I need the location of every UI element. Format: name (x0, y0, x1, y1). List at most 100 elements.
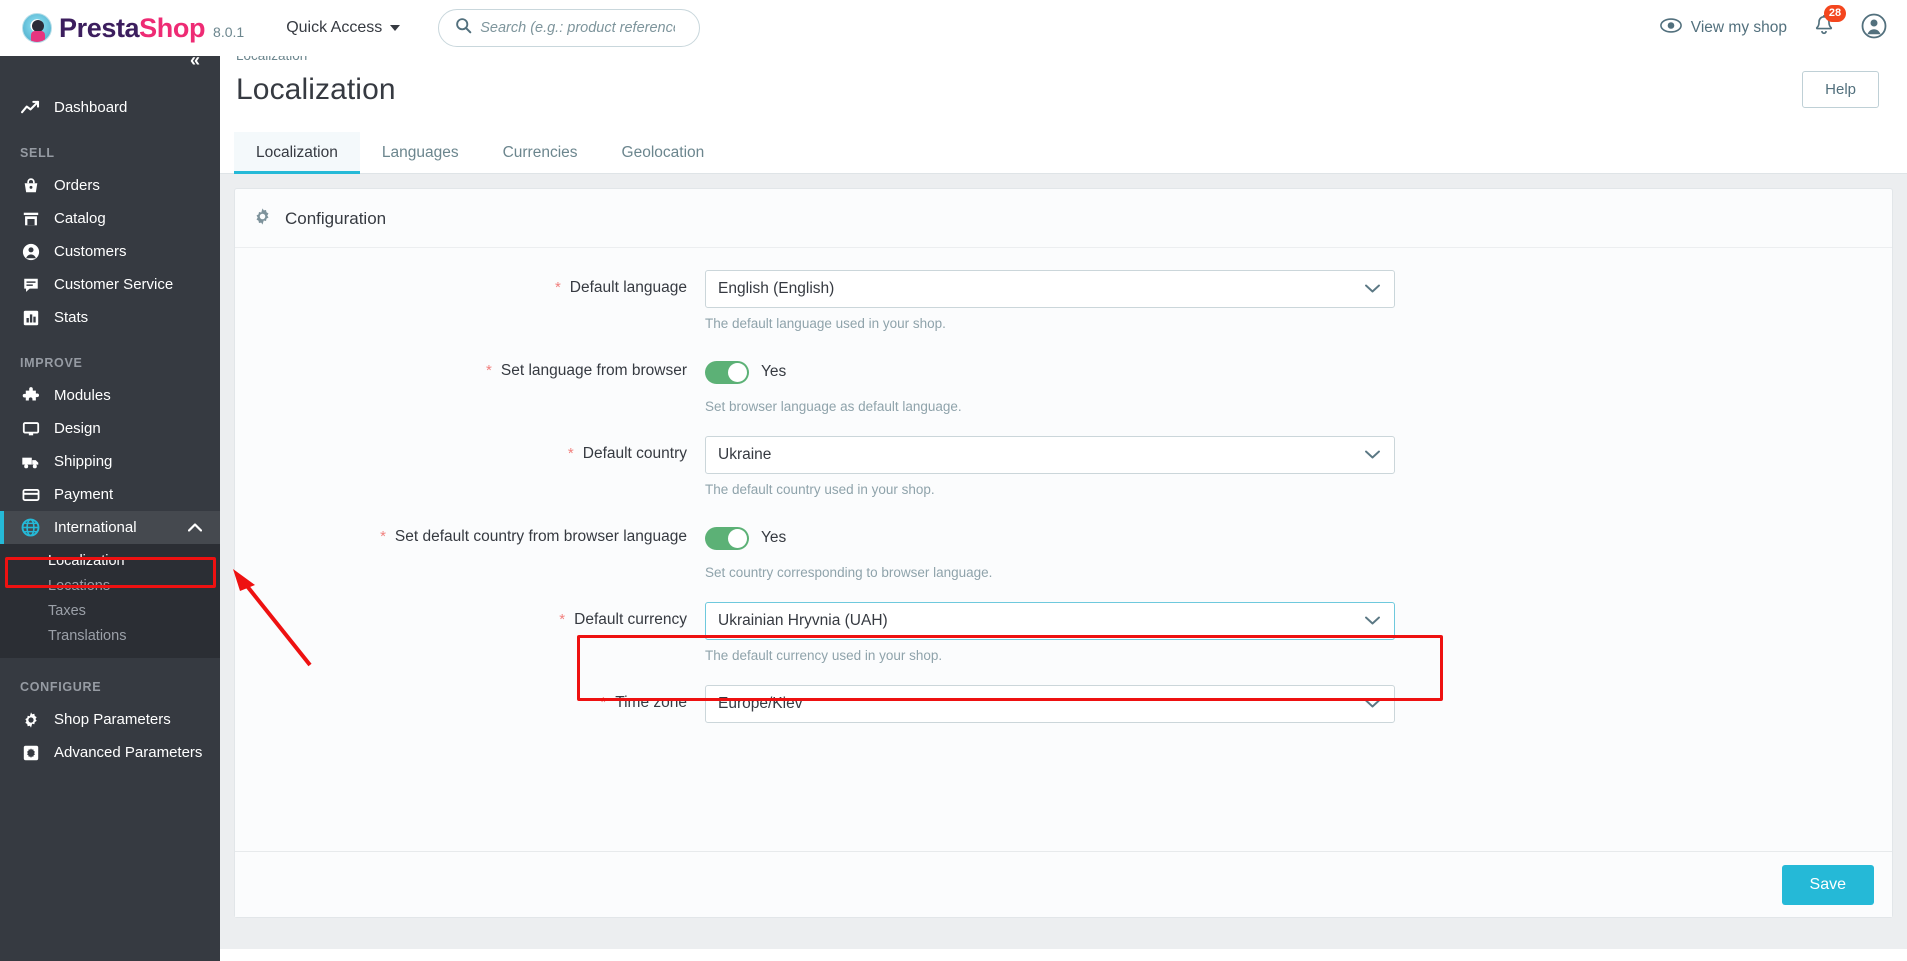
account-button[interactable] (1861, 13, 1887, 44)
sidebar-item-customer-service[interactable]: Customer Service (0, 268, 220, 301)
credit-card-icon (20, 486, 41, 504)
puzzle-icon (20, 386, 41, 405)
field-row-set-language-from-browser: * Set language from browser Yes Set brow… (235, 353, 1892, 414)
default-country-label-wrap: * Default country (235, 436, 705, 463)
chevron-down-icon (1365, 280, 1380, 298)
tab-languages[interactable]: Languages (360, 132, 481, 173)
sidebar-item-dashboard[interactable]: Dashboard (0, 91, 220, 124)
notification-badge: 28 (1824, 4, 1846, 22)
sliders-icon (20, 744, 41, 762)
configuration-form: * Default language English (English) The… (235, 248, 1892, 723)
time-zone-select[interactable]: Europe/Kiev (705, 685, 1395, 723)
search-input[interactable] (480, 20, 676, 36)
version-label: 8.0.1 (213, 23, 245, 40)
brand-logo-area[interactable]: PrestaShop 8.0.1 (22, 13, 244, 44)
sidebar-item-shop-parameters[interactable]: Shop Parameters (0, 703, 220, 736)
sidebar-section-sell: SELL (20, 146, 55, 160)
store-icon (20, 210, 41, 228)
sidebar-item-modules[interactable]: Modules (0, 379, 220, 412)
content-area: Configuration * Default language English… (220, 174, 1907, 949)
help-button[interactable]: Help (1802, 71, 1879, 108)
sidebar-item-label: Modules (54, 387, 111, 404)
set-language-from-browser-switch-wrap: Yes (705, 353, 1395, 391)
sidebar-subitem-translations[interactable]: Translations (0, 623, 220, 648)
required-marker: * (559, 611, 566, 628)
set-language-from-browser-toggle[interactable] (705, 360, 749, 384)
search-icon (455, 17, 472, 39)
tab-currencies[interactable]: Currencies (481, 132, 600, 173)
view-my-shop-button[interactable]: View my shop (1659, 18, 1787, 38)
time-zone-label: Time zone (615, 694, 687, 711)
default-country-value: Ukraine (718, 446, 772, 463)
default-currency-select[interactable]: Ukrainian Hryvnia (UAH) (705, 602, 1395, 640)
sidebar-subitem-localization[interactable]: Localization (0, 548, 220, 573)
chevron-down-icon (1365, 446, 1380, 464)
basket-icon (20, 177, 41, 195)
sidebar-item-label: Shop Parameters (54, 711, 171, 728)
tab-geolocation[interactable]: Geolocation (600, 132, 727, 173)
sidebar-item-customers[interactable]: Customers (0, 235, 220, 268)
toggle-knob (728, 362, 747, 382)
chevron-down-icon (1365, 612, 1380, 630)
save-button[interactable]: Save (1781, 864, 1874, 905)
brand-presta-text: Presta (59, 12, 140, 43)
sidebar-item-label: Orders (54, 177, 100, 194)
tab-label: Localization (256, 143, 338, 161)
sidebar-item-payment[interactable]: Payment (0, 478, 220, 511)
default-country-select[interactable]: Ukraine (705, 436, 1395, 474)
sidebar-item-label: International (54, 519, 137, 536)
globe-icon (20, 518, 41, 537)
field-row-default-currency: * Default currency Ukrainian Hryvnia (UA… (235, 602, 1892, 663)
set-country-from-browser-toggle[interactable] (705, 526, 749, 550)
sidebar-item-label: Payment (54, 486, 114, 503)
tab-bar: Localization Languages Currencies Geoloc… (220, 132, 1907, 174)
tab-localization[interactable]: Localization (234, 132, 360, 174)
sidebar-item-catalog[interactable]: Catalog (0, 202, 220, 235)
sidebar-item-orders[interactable]: Orders (0, 169, 220, 202)
chevron-up-icon (187, 519, 203, 536)
set-language-from-browser-help: Set browser language as default language… (705, 399, 962, 414)
default-currency-value: Ukrainian Hryvnia (UAH) (718, 612, 888, 629)
search-box[interactable] (438, 9, 701, 47)
sidebar-item-international[interactable]: International (0, 511, 220, 544)
default-language-help: The default language used in your shop. (705, 316, 946, 331)
sidebar-item-shipping[interactable]: Shipping (0, 445, 220, 478)
bell-icon (1813, 14, 1835, 42)
sidebar-subitem-locations[interactable]: Locations (0, 573, 220, 598)
sidebar-item-label: Advanced Parameters (54, 744, 203, 761)
set-language-from-browser-label-wrap: * Set language from browser (235, 353, 705, 380)
sidebar-item-design[interactable]: Design (0, 412, 220, 445)
toggle-knob (728, 528, 747, 548)
default-currency-field: Ukrainian Hryvnia (UAH) The default curr… (705, 602, 1395, 663)
sidebar-subitem-label: Translations (48, 627, 127, 644)
brand-name: PrestaShop (59, 13, 205, 44)
bar-chart-icon (20, 309, 41, 327)
default-language-select[interactable]: English (English) (705, 270, 1395, 308)
sidebar-item-advanced-parameters[interactable]: Advanced Parameters (0, 736, 220, 769)
sidebar-subitem-taxes[interactable]: Taxes (0, 598, 220, 623)
quick-access-menu[interactable]: Quick Access (286, 19, 401, 37)
prestashop-logo-icon (22, 13, 52, 43)
sidebar-section-improve: IMPROVE (20, 356, 83, 370)
sidebar-item-label: Dashboard (54, 99, 128, 116)
chat-icon (20, 276, 41, 294)
set-language-from-browser-label: Set language from browser (500, 362, 687, 379)
field-row-default-country: * Default country Ukraine The default co… (235, 436, 1892, 497)
gear-icon (253, 207, 272, 231)
configuration-card-footer: Save (235, 851, 1892, 917)
required-marker: * (380, 528, 386, 545)
gear-icon (20, 711, 41, 729)
notifications-button[interactable]: 28 (1813, 4, 1846, 43)
set-language-from-browser-value: Yes (761, 363, 787, 380)
set-country-from-browser-label: Set default country from browser languag… (394, 528, 687, 545)
default-currency-label-wrap: * Default currency (235, 602, 705, 629)
field-row-time-zone: * Time zone Europe/Kiev (235, 685, 1892, 723)
international-submenu: Localization Locations Taxes Translation… (0, 544, 220, 658)
tab-label: Languages (381, 143, 459, 161)
set-country-from-browser-help: Set country corresponding to browser lan… (705, 565, 993, 580)
time-zone-label-wrap: * Time zone (235, 685, 705, 712)
sidebar-item-stats[interactable]: Stats (0, 301, 220, 334)
default-currency-label: Default currency (574, 611, 687, 628)
required-marker: * (567, 445, 574, 462)
prestashop-admin-page: PrestaShop 8.0.1 Quick Access View my sh… (0, 0, 1907, 961)
